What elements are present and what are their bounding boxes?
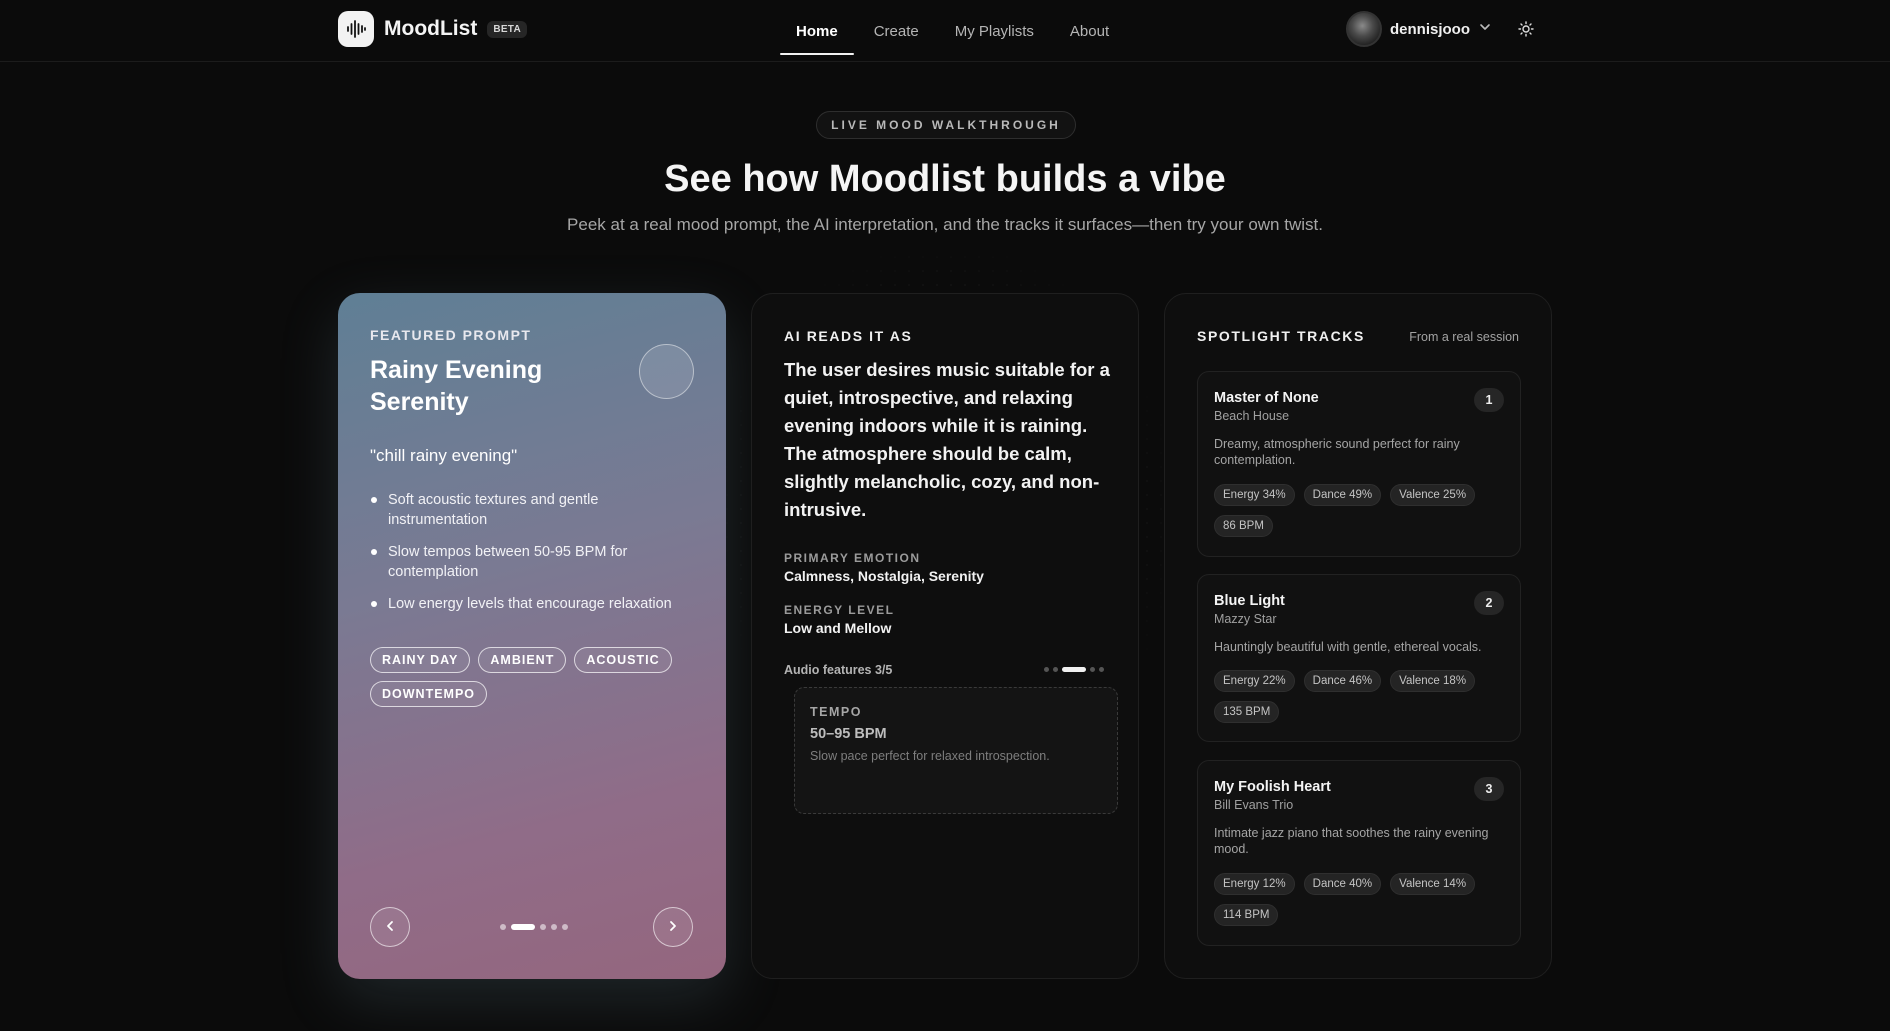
featured-quote: "chill rainy evening" <box>370 446 518 465</box>
nav-link-home[interactable]: Home <box>778 7 856 55</box>
chevron-left-icon <box>383 919 397 936</box>
energy-chip: Energy 34% <box>1214 484 1295 506</box>
next-button[interactable] <box>653 907 693 947</box>
sun-icon <box>1518 20 1534 42</box>
bpm-chip: 135 BPM <box>1214 701 1280 723</box>
bpm-chip: 114 BPM <box>1214 904 1279 926</box>
track-features: Energy 22% Dance 46% Valence 18% 135 BPM <box>1214 670 1514 723</box>
dance-chip: Dance 40% <box>1303 873 1382 895</box>
brand[interactable]: MoodList BETA <box>338 11 527 47</box>
list-item: Soft acoustic textures and gentle instru… <box>370 490 700 530</box>
waveform-logo-icon <box>338 11 374 47</box>
track-artist: Bill Evans Trio <box>1214 798 1294 812</box>
bpm-chip: 86 BPM <box>1214 515 1273 537</box>
track-card[interactable]: Blue Light Mazzy Star 2 Hauntingly beaut… <box>1197 574 1521 742</box>
primary-emotion-value: Calmness, Nostalgia, Serenity <box>784 568 984 584</box>
energy-chip: Energy 12% <box>1214 873 1295 895</box>
ai-interpretation-card: AI READS IT AS The user desires music su… <box>751 293 1139 979</box>
track-artist: Beach House <box>1214 409 1290 423</box>
carousel-dot[interactable] <box>500 924 506 930</box>
featured-title: Rainy Evening Serenity <box>370 356 543 416</box>
track-artist: Mazzy Star <box>1214 612 1277 626</box>
energy-level-value: Low and Mellow <box>784 620 892 636</box>
dance-chip: Dance 49% <box>1303 484 1382 506</box>
audio-feature-card: TEMPO 50–95 BPM Slow pace perfect for re… <box>794 687 1118 814</box>
track-description: Intimate jazz piano that soothes the rai… <box>1214 826 1489 856</box>
featured-bullets: Soft acoustic textures and gentle instru… <box>370 490 700 626</box>
energy-level: ENERGY LEVEL Low and Mellow <box>784 603 894 636</box>
theme-toggle-button[interactable] <box>1512 17 1540 45</box>
track-features: Energy 34% Dance 49% Valence 25% 86 BPM <box>1214 484 1514 537</box>
track-name: My Foolish Heart <box>1214 779 1331 795</box>
track-card[interactable]: My Foolish Heart Bill Evans Trio 3 Intim… <box>1197 760 1521 946</box>
previous-button[interactable] <box>370 907 410 947</box>
feature-dot[interactable] <box>1044 667 1049 672</box>
carousel-dots <box>500 924 568 930</box>
page-title: See how Moodlist builds a vibe <box>664 158 1226 200</box>
page-subtitle: Peek at a real mood prompt, the AI inter… <box>567 215 1323 234</box>
audio-features-dots <box>1044 667 1104 672</box>
user-menu[interactable]: dennisjooo <box>1346 11 1492 47</box>
tag-acoustic[interactable]: ACOUSTIC <box>574 647 672 673</box>
primary-emotion: PRIMARY EMOTION Calmness, Nostalgia, Ser… <box>784 551 984 584</box>
section-pill: LIVE MOOD WALKTHROUGH <box>816 111 1076 139</box>
track-card[interactable]: Master of None Beach House 1 Dreamy, atm… <box>1197 371 1521 557</box>
feature-dot[interactable] <box>1099 667 1104 672</box>
brand-name: MoodList <box>384 17 478 40</box>
beta-badge: BETA <box>487 20 527 38</box>
featured-label: FEATURED PROMPT <box>370 327 532 343</box>
feature-dot-active[interactable] <box>1062 667 1086 672</box>
chevron-right-icon <box>666 919 680 936</box>
main-nav: Home Create My Playlists About <box>778 0 1127 62</box>
ai-interpretation-text: The user desires music suitable for a qu… <box>784 359 1110 520</box>
track-rank-badge: 2 <box>1474 591 1504 615</box>
carousel-dot[interactable] <box>540 924 546 930</box>
avatar <box>1346 11 1382 47</box>
track-description: Hauntingly beautiful with gentle, ethere… <box>1214 640 1482 654</box>
feature-value: 50–95 BPM <box>810 726 887 742</box>
spotlight-label: SPOTLIGHT TRACKS <box>1197 328 1365 344</box>
nav-link-my-playlists[interactable]: My Playlists <box>937 7 1052 55</box>
track-name: Blue Light <box>1214 593 1285 609</box>
list-item: Slow tempos between 50-95 BPM for contem… <box>370 542 700 582</box>
tag-rainy-day[interactable]: RAINY DAY <box>370 647 471 673</box>
list-item: Low energy levels that encourage relaxat… <box>370 594 700 614</box>
dance-chip: Dance 46% <box>1303 670 1382 692</box>
track-rank-badge: 3 <box>1474 777 1504 801</box>
energy-chip: Energy 22% <box>1214 670 1295 692</box>
feature-description: Slow pace perfect for relaxed introspect… <box>810 749 1050 763</box>
carousel-dot[interactable] <box>551 924 557 930</box>
featured-prompt-card: FEATURED PROMPT Rainy Evening Serenity "… <box>338 293 726 979</box>
track-description: Dreamy, atmospheric sound perfect for ra… <box>1214 437 1460 467</box>
carousel-dot-active[interactable] <box>511 924 535 930</box>
spotlight-tracks-card: SPOTLIGHT TRACKS From a real session Mas… <box>1164 293 1552 979</box>
username: dennisjooo <box>1390 20 1470 38</box>
mood-tags: RAINY DAY AMBIENT ACOUSTIC DOWNTEMPO <box>370 647 710 707</box>
nav-link-create[interactable]: Create <box>856 7 937 55</box>
track-rank-badge: 1 <box>1474 388 1504 412</box>
feature-dot[interactable] <box>1090 667 1095 672</box>
valence-chip: Valence 25% <box>1390 484 1476 506</box>
track-features: Energy 12% Dance 40% Valence 14% 114 BPM <box>1214 873 1514 926</box>
nav-link-about[interactable]: About <box>1052 7 1127 55</box>
spotlight-meta: From a real session <box>1409 330 1519 344</box>
valence-chip: Valence 18% <box>1390 670 1476 692</box>
top-navbar: MoodList BETA Home Create My Playlists A… <box>0 0 1890 62</box>
chevron-down-icon <box>1478 20 1492 39</box>
track-name: Master of None <box>1214 390 1319 406</box>
energy-level-label: ENERGY LEVEL <box>784 603 895 617</box>
valence-chip: Valence 14% <box>1390 873 1476 895</box>
feature-dot[interactable] <box>1053 667 1058 672</box>
feature-label: TEMPO <box>810 705 862 719</box>
tag-downtempo[interactable]: DOWNTEMPO <box>370 681 488 707</box>
primary-emotion-label: PRIMARY EMOTION <box>784 551 921 565</box>
mood-orb-icon <box>639 344 694 399</box>
ai-label: AI READS IT AS <box>784 328 913 344</box>
carousel-dot[interactable] <box>562 924 568 930</box>
tag-ambient[interactable]: AMBIENT <box>478 647 567 673</box>
audio-features-counter: Audio features 3/5 <box>784 663 893 677</box>
